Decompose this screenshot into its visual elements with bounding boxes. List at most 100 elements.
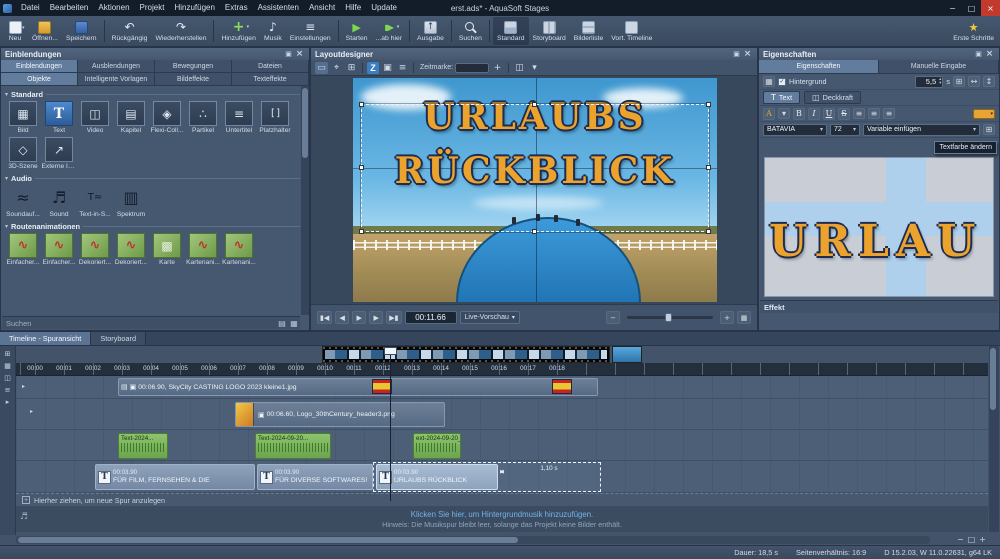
palette-item-route-4[interactable]: Dekoriert... [113, 233, 149, 266]
rulers-icon[interactable]: ≡ [396, 62, 409, 74]
timeline-clip-text-1[interactable]: T 00:03.90 FÜR FILM, FERNSEHEN & DIE [95, 464, 255, 490]
palette-item-soundaufnahme[interactable]: Soundauf... [5, 185, 41, 218]
toolbar-button-vort-timeline[interactable]: Vort. Timeline [607, 17, 656, 45]
close-panel-icon[interactable] [742, 49, 753, 59]
background-checkbox[interactable] [778, 78, 786, 86]
palette-item-kapitel[interactable]: Kapitel [113, 101, 149, 134]
palette-item-spektrum[interactable]: Spektrum [113, 185, 149, 218]
palette-item-flexi-collage[interactable]: Flexi-Coll... [149, 101, 185, 134]
palette-item-3d-szene[interactable]: 3D-Szene [5, 137, 41, 170]
menu-update[interactable]: Update [366, 0, 402, 16]
tab-bewegungen[interactable]: Bewegungen [155, 60, 232, 72]
search-input[interactable] [2, 319, 276, 328]
toolbar-button-suchen[interactable]: Suchen [455, 17, 486, 45]
effect-section-header[interactable]: Effekt [760, 300, 998, 313]
collapse-track-icon[interactable]: ▸ [22, 383, 25, 390]
timeline-clip-audio-1[interactable]: Text-2024... [118, 433, 168, 459]
resize-handle[interactable] [359, 229, 364, 234]
text-preview-area[interactable]: URLAU [764, 157, 994, 297]
vertical-align-icon[interactable]: ↕ [983, 76, 995, 87]
track-list-icon[interactable]: ≡ [5, 386, 11, 394]
tab-texteffekte[interactable]: Texteffekte [232, 73, 309, 85]
tab-bildeffekte[interactable]: Bildeffekte [155, 73, 232, 85]
zoom-out-icon[interactable]: − [606, 311, 620, 324]
tab-timeline-spuransicht[interactable]: Timeline - Spuransicht [0, 332, 91, 345]
pin-panel-icon[interactable] [731, 49, 742, 59]
playhead-line[interactable] [390, 346, 391, 501]
zoom-in-icon[interactable]: + [720, 311, 734, 324]
tab-objekte[interactable]: Objekte [1, 73, 78, 85]
palette-item-platzhalter[interactable]: Platzhalter [257, 101, 293, 134]
timeline-horizontal-scrollbar[interactable] [16, 536, 930, 544]
palette-item-route-2[interactable]: Einfacher... [41, 233, 77, 266]
grid-view-icon[interactable]: ▦ [288, 319, 300, 328]
objects-scrollbar[interactable] [301, 86, 309, 315]
horizontal-align-icon[interactable]: ↔ [968, 76, 980, 87]
play-button[interactable]: ▶ [352, 311, 366, 324]
menu-aktionen[interactable]: Aktionen [93, 0, 134, 16]
menu-bearbeiten[interactable]: Bearbeiten [45, 0, 94, 16]
palette-item-untertitel[interactable]: Untertitel [221, 101, 257, 134]
close-panel-icon[interactable] [984, 49, 995, 59]
section-header-audio[interactable]: Audio [5, 174, 300, 183]
timeline-vertical-scrollbar[interactable] [989, 346, 999, 532]
bold-button[interactable]: B [793, 108, 805, 120]
subtab-text[interactable]: TText [763, 91, 800, 104]
close-button[interactable] [981, 0, 1000, 16]
subtab-deckkraft[interactable]: ◫Deckkraft [804, 91, 861, 104]
palette-item-text-in-sprache[interactable]: Text-in-S... [77, 185, 113, 218]
underline-button[interactable]: U [823, 108, 835, 120]
tab-eigenschaften[interactable]: Eigenschaften [759, 60, 879, 73]
section-header-standard[interactable]: Standard [5, 90, 300, 99]
toolbar-button-neu[interactable]: ▾ Neu [2, 17, 28, 45]
skip-to-end-button[interactable]: ▶▮ [386, 311, 401, 324]
fit-view-icon[interactable]: ◫ [513, 62, 526, 74]
insert-variable-dropdown[interactable]: Variable einfügen [863, 124, 980, 136]
duration-spinner[interactable]: 5,5 ▴▾ [915, 76, 943, 88]
select-tool-icon[interactable]: ▭ [315, 62, 328, 74]
font-color-icon[interactable]: A [763, 108, 775, 120]
pin-panel-icon[interactable] [973, 49, 984, 59]
flag-thumbnail[interactable] [552, 379, 572, 394]
align-center-icon[interactable]: ≡ [868, 108, 880, 119]
resize-handle[interactable] [359, 102, 364, 107]
pin-panel-icon[interactable] [283, 49, 294, 59]
toolbar-button-musik[interactable]: Musik [260, 17, 286, 45]
toolbar-button-bilderliste[interactable]: Bilderliste [570, 17, 607, 45]
scrollbar-thumb[interactable] [990, 348, 996, 410]
palette-item-text[interactable]: Text [41, 101, 77, 134]
palette-item-sound[interactable]: Sound [41, 185, 77, 218]
toolbar-button-hinzufuegen[interactable]: ▾ Hinzufügen [217, 17, 259, 45]
palette-item-karte[interactable]: Karte [149, 233, 185, 266]
scrollbar-thumb[interactable] [18, 537, 518, 543]
time-ruler[interactable]: 00:00 00:01 00:02 00:03 00:04 00:05 00:0… [16, 363, 988, 376]
toolbar-button-ausgabe[interactable]: Ausgabe [413, 17, 448, 45]
palette-item-kartenanimation-1[interactable]: Kartenani... [185, 233, 221, 266]
timeline-clip-logo[interactable]: ▣ 00:06.60, Logo_30thCentury_header3.png [235, 402, 445, 427]
pan-tool-icon[interactable]: ⌖ [330, 62, 343, 74]
zeitmarke-field[interactable] [455, 63, 489, 73]
track-view-icon[interactable]: ▦ [4, 362, 11, 370]
toolbar-button-starten[interactable]: Starten [342, 17, 372, 45]
tab-intelligente-vorlagen[interactable]: Intelligente Vorlagen [78, 73, 155, 85]
edit-icon[interactable]: ▤ [276, 319, 288, 328]
strikethrough-button[interactable]: S [838, 108, 850, 120]
skip-to-start-button[interactable]: ▮◀ [317, 311, 332, 324]
align-left-icon[interactable]: ≡ [853, 108, 865, 119]
zoom-mode-icon[interactable]: Z [367, 62, 379, 74]
new-track-drop-zone[interactable]: Hierher ziehen, um neue Spur anzulegen [16, 493, 988, 506]
tab-manuelle-eingabe[interactable]: Manuelle Eingabe [879, 60, 999, 73]
italic-button[interactable]: I [808, 108, 820, 120]
timeline-zoom-in-icon[interactable]: + [979, 535, 986, 544]
toolbar-button-speichern[interactable]: Speichern [62, 17, 101, 45]
tab-einblendungen[interactable]: Einblendungen [1, 60, 78, 72]
font-size-combo[interactable]: 72 [830, 124, 860, 136]
toolbar-button-ab-hier[interactable]: ▾ ...ab hier [372, 17, 406, 45]
section-header-routenanimationen[interactable]: Routenanimationen [5, 222, 300, 231]
chevron-down-icon[interactable]: ▾ [778, 108, 790, 119]
scrollbar-thumb[interactable] [302, 88, 308, 158]
slider-knob[interactable] [665, 313, 672, 322]
resize-handle[interactable] [532, 229, 537, 234]
toolbar-button-storyboard[interactable]: Storyboard [529, 17, 570, 45]
toolbar-button-standard[interactable]: Standard [493, 17, 529, 45]
